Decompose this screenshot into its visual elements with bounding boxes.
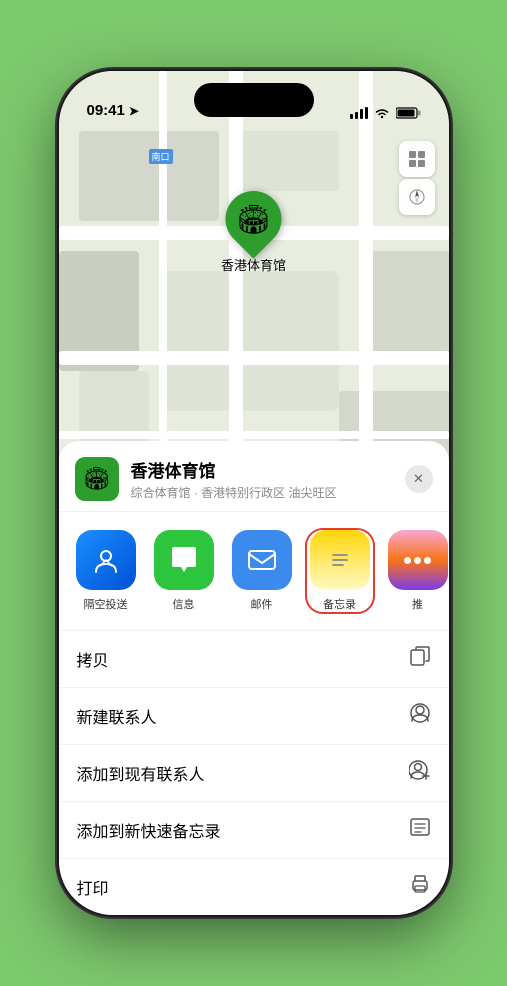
phone-screen: 09:41 ➤ <box>59 71 449 915</box>
road <box>59 431 449 439</box>
status-time: 09:41 ➤ <box>87 102 139 119</box>
map-block <box>79 371 149 451</box>
share-item-airdrop[interactable]: 隔空投送 <box>71 530 141 612</box>
print-label: 打印 <box>77 875 109 899</box>
more-icon-wrap <box>388 530 448 590</box>
mail-label: 邮件 <box>251 596 273 612</box>
mail-icon <box>245 543 279 577</box>
copy-label: 拷贝 <box>77 647 109 671</box>
print-icon <box>409 873 431 901</box>
dot2 <box>414 557 421 564</box>
status-icons <box>350 107 421 119</box>
mail-icon-wrap <box>232 530 292 590</box>
phone-frame: 09:41 ➤ <box>59 71 449 915</box>
add-existing-icon <box>409 759 431 787</box>
airdrop-icon <box>90 544 122 576</box>
compass-icon <box>408 188 426 206</box>
stadium-icon: 🏟 <box>236 203 272 236</box>
map-block <box>79 131 219 221</box>
dot3 <box>424 557 431 564</box>
road <box>59 351 449 365</box>
new-contact-icon <box>409 702 431 730</box>
time-display: 09:41 <box>87 102 125 119</box>
sheet-header: 🏟 香港体育馆 综合体育馆 · 香港特别行政区 油尖旺区 ✕ <box>59 441 449 512</box>
add-note-label: 添加到新快速备忘录 <box>77 818 221 842</box>
action-add-note[interactable]: 添加到新快速备忘录 <box>59 802 449 859</box>
copy-icon <box>409 645 431 673</box>
airdrop-label: 隔空投送 <box>84 596 128 612</box>
messages-icon-wrap <box>154 530 214 590</box>
dynamic-island <box>194 83 314 117</box>
close-button[interactable]: ✕ <box>405 465 433 493</box>
venue-icon: 🏟 <box>75 457 119 501</box>
location-icon: ➤ <box>129 104 139 118</box>
messages-label: 信息 <box>173 596 195 612</box>
venue-subtitle: 综合体育馆 · 香港特别行政区 油尖旺区 <box>131 484 405 501</box>
action-new-contact[interactable]: 新建联系人 <box>59 688 449 745</box>
notes-label: 备忘录 <box>323 596 356 612</box>
share-item-notes[interactable]: 备忘录 <box>305 528 375 614</box>
share-item-messages[interactable]: 信息 <box>149 530 219 612</box>
share-item-mail[interactable]: 邮件 <box>227 530 297 612</box>
stadium-marker: 🏟 香港体育馆 <box>221 191 286 274</box>
marker-pin: 🏟 <box>214 179 293 258</box>
action-list: 拷贝 新建联系人 <box>59 631 449 915</box>
map-layers-icon <box>407 149 427 169</box>
map-block <box>239 131 339 191</box>
map-type-button[interactable] <box>399 141 435 177</box>
new-contact-label: 新建联系人 <box>77 704 157 728</box>
action-add-existing[interactable]: 添加到现有联系人 <box>59 745 449 802</box>
venue-name: 香港体育馆 <box>131 457 405 482</box>
map-block <box>159 271 339 411</box>
notes-icon <box>323 543 357 577</box>
more-label: 推 <box>412 596 423 612</box>
battery-icon <box>396 107 421 119</box>
wifi-icon <box>374 107 390 119</box>
action-print[interactable]: 打印 <box>59 859 449 915</box>
bottom-sheet: 🏟 香港体育馆 综合体育馆 · 香港特别行政区 油尖旺区 ✕ <box>59 441 449 915</box>
add-existing-label: 添加到现有联系人 <box>77 761 205 785</box>
airdrop-icon-wrap <box>76 530 136 590</box>
map-controls <box>399 141 435 215</box>
messages-icon <box>167 543 201 577</box>
signal-icon <box>350 107 368 119</box>
dot1 <box>404 557 411 564</box>
notes-icon-wrap <box>310 530 370 590</box>
action-copy[interactable]: 拷贝 <box>59 631 449 688</box>
map-label: 南口 <box>149 149 176 164</box>
add-note-icon <box>409 816 431 844</box>
venue-info: 香港体育馆 综合体育馆 · 香港特别行政区 油尖旺区 <box>131 457 405 501</box>
location-button[interactable] <box>399 179 435 215</box>
share-row: 隔空投送 信息 <box>59 512 449 631</box>
share-item-more[interactable]: 推 <box>383 530 449 612</box>
map-label-badge: 南口 <box>149 149 173 164</box>
